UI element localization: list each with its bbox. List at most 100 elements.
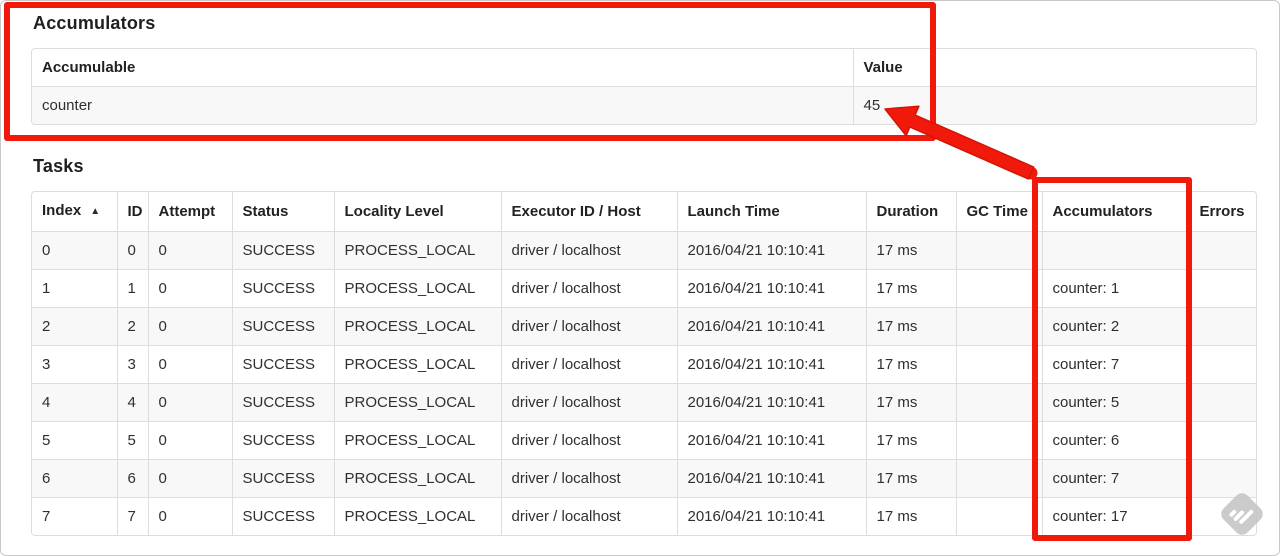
cell-launch: 2016/04/21 10:10:41 (676, 345, 867, 384)
cell-id: 5 (116, 421, 149, 460)
tasks-table: Index ▲ ID Attempt Status Locality Level Execu… (31, 191, 1257, 536)
cell-index: 7 (32, 497, 118, 535)
cell-duration: 17 ms (865, 345, 957, 384)
accumulators-table-header-row: Accumulable Value (32, 49, 1256, 87)
cell-attempt: 0 (147, 345, 233, 384)
cell-executor: driver / localhost (500, 497, 678, 535)
cell-index: 4 (32, 383, 118, 422)
tasks-table-header-row: Index ▲ ID Attempt Status Locality Level Execu… (32, 192, 1256, 232)
cell-executor: driver / localhost (500, 459, 678, 498)
cell-errors (1188, 345, 1256, 384)
column-header-acc[interactable]: Accumulators (1041, 192, 1190, 232)
cell-status: SUCCESS (231, 497, 335, 535)
cell-executor: driver / localhost (500, 307, 678, 346)
cell-id: 3 (116, 345, 149, 384)
cell-executor: driver / localhost (500, 269, 678, 308)
cell-gc (955, 345, 1043, 384)
cell-errors (1188, 269, 1256, 308)
table-row: 7 7 0 SUCCESS PROCESS_LOCAL driver / localhos… (32, 497, 1256, 535)
cell-id: 6 (116, 459, 149, 498)
cell-status: SUCCESS (231, 269, 335, 308)
cell-status: SUCCESS (231, 421, 335, 460)
table-row: 4 4 0 SUCCESS PROCESS_LOCAL driver / localhos… (32, 383, 1256, 422)
cell-launch: 2016/04/21 10:10:41 (676, 231, 867, 270)
cell-executor: driver / localhost (500, 345, 678, 384)
cell-locality: PROCESS_LOCAL (333, 307, 502, 346)
cell-index: 2 (32, 307, 118, 346)
cell-index: 0 (32, 231, 118, 270)
column-header-errors[interactable]: Errors (1188, 192, 1256, 232)
cell-status: SUCCESS (231, 459, 335, 498)
cell-status: SUCCESS (231, 383, 335, 422)
cell-gc (955, 421, 1043, 460)
cell-errors (1188, 231, 1256, 270)
cell-gc (955, 459, 1043, 498)
cell-locality: PROCESS_LOCAL (333, 497, 502, 535)
column-header-index[interactable]: Index ▲ (32, 192, 118, 232)
table-row: counter 45 (32, 86, 1256, 124)
cell-gc (955, 497, 1043, 535)
column-header-locality[interactable]: Locality Level (333, 192, 502, 232)
cell-duration: 17 ms (865, 421, 957, 460)
cell-duration: 17 ms (865, 231, 957, 270)
cell-launch: 2016/04/21 10:10:41 (676, 497, 867, 535)
cell-gc (955, 269, 1043, 308)
cell-acc: counter: 6 (1041, 421, 1190, 460)
table-row: 2 2 0 SUCCESS PROCESS_LOCAL driver / localhos… (32, 307, 1256, 346)
cell-id: 0 (116, 231, 149, 270)
column-header-id[interactable]: ID (116, 192, 149, 232)
accumulators-table: Accumulable Value counter 45 (31, 48, 1257, 125)
cell-index: 1 (32, 269, 118, 308)
cell-launch: 2016/04/21 10:10:41 (676, 307, 867, 346)
cell-locality: PROCESS_LOCAL (333, 269, 502, 308)
cell-id: 4 (116, 383, 149, 422)
cell-index: 5 (32, 421, 118, 460)
cell-duration: 17 ms (865, 459, 957, 498)
cell-attempt: 0 (147, 497, 233, 535)
column-header-gc[interactable]: GC Time (955, 192, 1043, 232)
cell-duration: 17 ms (865, 269, 957, 308)
cell-attempt: 0 (147, 459, 233, 498)
cell-executor: driver / localhost (500, 231, 678, 270)
cell-locality: PROCESS_LOCAL (333, 231, 502, 270)
cell-acc: counter: 7 (1041, 459, 1190, 498)
cell-errors (1188, 459, 1256, 498)
column-header-launch[interactable]: Launch Time (676, 192, 867, 232)
cell-gc (955, 383, 1043, 422)
cell-launch: 2016/04/21 10:10:41 (676, 269, 867, 308)
cell-attempt: 0 (147, 231, 233, 270)
cell-attempt: 0 (147, 307, 233, 346)
cell-id: 1 (116, 269, 149, 308)
column-header-executor[interactable]: Executor ID / Host (500, 192, 678, 232)
table-row: 5 5 0 SUCCESS PROCESS_LOCAL driver / localhos… (32, 421, 1256, 460)
cell-acc: counter: 2 (1041, 307, 1190, 346)
cell-index: 6 (32, 459, 118, 498)
cell-duration: 17 ms (865, 383, 957, 422)
page-content: Accumulators Accumulable Value counter 45 … (1, 1, 1279, 536)
cell-duration: 17 ms (865, 307, 957, 346)
table-row: 6 6 0 SUCCESS PROCESS_LOCAL driver / localhos… (32, 459, 1256, 498)
spark-ui-stage-page: Accumulators Accumulable Value counter 45 … (0, 0, 1280, 556)
tasks-section-title: Tasks (33, 156, 84, 176)
cell-id: 2 (116, 307, 149, 346)
cell-locality: PROCESS_LOCAL (333, 345, 502, 384)
column-header-duration[interactable]: Duration (865, 192, 957, 232)
cell-id: 7 (116, 497, 149, 535)
cell-executor: driver / localhost (500, 383, 678, 422)
cell-status: SUCCESS (231, 231, 335, 270)
column-header-status[interactable]: Status (231, 192, 335, 232)
cell-errors (1188, 383, 1256, 422)
cell-acc: counter: 17 (1041, 497, 1190, 535)
table-row: 0 0 0 SUCCESS PROCESS_LOCAL driver / localhos… (32, 231, 1256, 270)
column-header-attempt[interactable]: Attempt (147, 192, 233, 232)
cell-status: SUCCESS (231, 307, 335, 346)
cell-acc: counter: 1 (1041, 269, 1190, 308)
cell-status: SUCCESS (231, 345, 335, 384)
cell-launch: 2016/04/21 10:10:41 (676, 421, 867, 460)
cell-acc (1041, 231, 1190, 270)
table-row: 1 1 0 SUCCESS PROCESS_LOCAL driver / localhos… (32, 269, 1256, 308)
cell-value: 45 (852, 86, 1256, 124)
cell-gc (955, 307, 1043, 346)
column-header-value: Value (852, 49, 1256, 87)
cell-attempt: 0 (147, 421, 233, 460)
